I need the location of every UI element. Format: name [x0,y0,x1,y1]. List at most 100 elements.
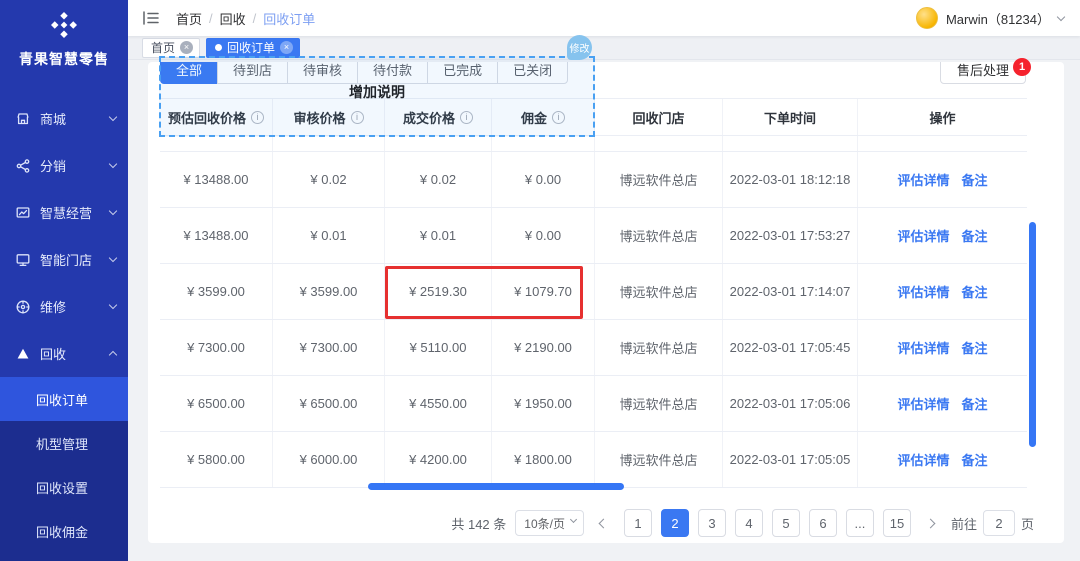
info-icon[interactable]: i [251,110,264,124]
cell-deal: ¥ 4200.00 [385,432,492,487]
cell-commission: ¥ 1079.70 [492,264,595,319]
horizontal-scrollbar[interactable] [368,483,624,490]
user-menu[interactable]: Marwin（81234） [915,7,1066,29]
sidebar-subitem-recycle-commission[interactable]: 回收佣金 [0,509,128,553]
breadcrumb: 首页 / 回收 / 回收订单 [176,9,315,28]
page-ellipsis[interactable]: ... [845,509,874,537]
collapse-sidebar-icon[interactable] [142,10,160,26]
cell-actions: 评估详情 备注 [858,320,1027,375]
remark-link[interactable]: 备注 [962,450,988,469]
remark-link[interactable]: 备注 [962,338,988,357]
page-button-2[interactable]: 2 [660,509,689,537]
cell-store: 博远软件总店 [595,152,723,207]
sidebar-item-mall[interactable]: 商城 [0,95,128,142]
breadcrumb-recycle[interactable]: 回收 [220,9,246,28]
store-monitor-icon [16,253,30,266]
table-row: ¥ 7300.00 ¥ 7300.00 ¥ 5110.00 ¥ 2190.00 … [160,320,1027,376]
cell-commission: ¥ 0.00 [492,208,595,263]
recycle-icon [17,348,29,358]
sidebar-item-repair[interactable]: 维修 [0,283,128,330]
info-icon[interactable]: i [460,110,473,124]
status-tab-pending-arrival[interactable]: 待到店 [217,62,289,84]
evaluate-detail-link[interactable]: 评估详情 [897,282,949,301]
cell-actions: 评估详情 备注 [858,208,1027,263]
page-button-15[interactable]: 15 [882,509,911,537]
cell-audit: ¥ 0.02 [273,152,385,207]
remark-link[interactable]: 备注 [962,170,988,189]
cell-audit: ¥ 0.01 [273,208,385,263]
status-tab-closed[interactable]: 已关闭 [497,62,569,84]
page-button-5[interactable]: 5 [771,509,800,537]
prev-page-button[interactable] [593,509,615,537]
cell-audit: ¥ 6000.00 [273,432,385,487]
cell-estimate: ¥ 7300.00 [160,320,273,375]
brand-name: 青果智慧零售 [19,51,109,67]
cell-audit: ¥ 3599.00 [273,264,385,319]
tab-home[interactable]: 首页 × [142,37,201,58]
sidebar-item-distribution[interactable]: 分销 [0,142,128,189]
status-tab-pending-payment[interactable]: 待付款 [357,62,429,84]
tab-label: 回收订单 [227,41,276,55]
chevron-down-icon [1056,12,1066,21]
evaluate-detail-link[interactable]: 评估详情 [897,226,949,245]
submenu-label: 机型管理 [36,436,89,452]
close-icon[interactable]: × [280,41,294,54]
evaluate-detail-link[interactable]: 评估详情 [897,338,949,357]
chevron-up-icon [108,350,118,360]
tab-recycle-orders[interactable]: 回收订单 × [206,37,301,58]
page-button-6[interactable]: 6 [808,509,837,537]
cell-deal: ¥ 5110.00 [385,320,492,375]
cell-store: 博远软件总店 [595,264,723,319]
evaluate-detail-link[interactable]: 评估详情 [897,394,949,413]
sidebar-subitem-model-management[interactable]: 机型管理 [0,421,128,465]
header-store: 回收门店 [595,99,723,135]
cell-commission: ¥ 1800.00 [492,432,595,487]
cell-commission: ¥ 0.00 [492,152,595,207]
remark-link[interactable]: 备注 [962,226,988,245]
vertical-scrollbar[interactable] [1029,222,1036,447]
sidebar-item-smart-business[interactable]: 智慧经营 [0,189,128,236]
sidebar-subitem-recycle-settings[interactable]: 回收设置 [0,465,128,509]
header-actions: 操作 [929,110,956,126]
remark-link[interactable]: 备注 [962,394,988,413]
breadcrumb-home[interactable]: 首页 [176,9,202,28]
page-button-3[interactable]: 3 [697,509,726,537]
cell-estimate: ¥ 13488.00 [160,208,273,263]
status-tab-completed[interactable]: 已完成 [427,62,499,84]
sidebar-submenu: 回收订单 机型管理 回收设置 回收佣金 [0,377,128,561]
cell-order-time: 2022-03-01 17:53:27 [723,208,858,263]
goto-page-input[interactable] [982,510,1015,536]
cell-estimate: ¥ 3599.00 [160,264,273,319]
status-tab-all[interactable]: 全部 [160,62,219,84]
sidebar-menu: 商城 分销 智慧经营 智能门店 维修 回收 [0,95,128,377]
page-size-select[interactable]: 10条/页 [515,510,584,536]
table-row: ¥ 3599.00 ¥ 3599.00 ¥ 2519.30 ¥ 1079.70 … [160,264,1027,320]
remark-link[interactable]: 备注 [962,282,988,301]
cell-commission: ¥ 2190.00 [492,320,595,375]
cell-store: 博远软件总店 [595,432,723,487]
cell-deal: ¥ 0.02 [385,152,492,207]
page-button-4[interactable]: 4 [734,509,763,537]
table-row: ¥ 5800.00 ¥ 6000.00 ¥ 4200.00 ¥ 1800.00 … [160,432,1027,488]
evaluate-detail-link[interactable]: 评估详情 [897,450,949,469]
info-icon[interactable]: i [350,110,364,124]
goto-page: 前往 页 [951,510,1034,536]
sidebar-subitem-recycle-orders[interactable]: 回收订单 [0,377,128,421]
evaluate-detail-link[interactable]: 评估详情 [897,170,949,189]
goto-label: 前往 [950,516,977,532]
page-button-1[interactable]: 1 [623,509,652,537]
sidebar-item-smart-store[interactable]: 智能门店 [0,236,128,283]
chevron-down-icon [108,206,118,216]
info-icon[interactable]: i [552,110,565,124]
sidebar-item-label: 分销 [40,159,67,174]
status-tab-pending-review[interactable]: 待审核 [287,62,359,84]
next-page-button[interactable] [920,509,942,537]
cell-order-time: 2022-03-01 17:14:07 [723,264,858,319]
close-icon[interactable]: × [180,41,194,54]
sidebar-item-recycle[interactable]: 回收 [0,330,128,377]
cell-store: 博远软件总店 [595,208,723,263]
cell-order-time: 2022-03-01 17:05:45 [723,320,858,375]
brand: 青果智慧零售 [0,0,128,69]
table-row: ¥ 13488.00 ¥ 0.01 ¥ 0.01 ¥ 0.00 博远软件总店 2… [160,208,1027,264]
repair-icon [16,300,30,313]
